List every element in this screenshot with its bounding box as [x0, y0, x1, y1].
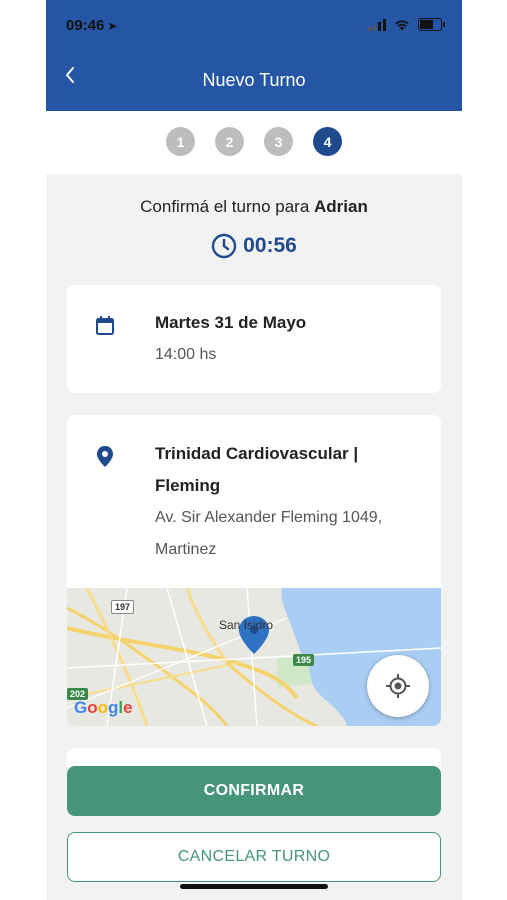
- appointment-time: 14:00 hs: [155, 346, 217, 363]
- step-1: 1: [166, 127, 195, 156]
- wifi-icon: [395, 19, 409, 30]
- calendar-icon: [95, 315, 115, 342]
- map-place-label: San Isidro: [219, 618, 274, 632]
- page-title: Nuevo Turno: [202, 70, 306, 90]
- cancel-appointment-button[interactable]: CANCELAR TURNO: [67, 832, 441, 882]
- date-card: Martes 31 de Mayo 14:00 hs: [67, 285, 441, 393]
- appointment-date: Martes 31 de Mayo: [155, 313, 307, 332]
- google-logo: Google: [74, 698, 133, 717]
- clinic-address-line-2: Martinez: [155, 541, 217, 558]
- patient-name: Adrian: [314, 197, 368, 216]
- clock-icon: [211, 233, 237, 259]
- road-badge-197: 197: [111, 600, 135, 614]
- confirm-button[interactable]: CONFIRMAR: [67, 766, 441, 816]
- clinic-address-line-1: Av. Sir Alexander Fleming 1049,: [155, 509, 383, 526]
- confirm-prefix: Confirmá el turno para: [140, 197, 315, 216]
- clinic-address: Av. Sir Alexander Fleming 1049, Martinez: [155, 502, 425, 566]
- location-pin-icon: [95, 445, 115, 474]
- location-card: Trinidad Cardiovascular | Fleming Av. Si…: [67, 415, 441, 726]
- clock-time: 09:46: [66, 17, 105, 34]
- confirm-heading: Confirmá el turno para Adrian: [46, 197, 462, 217]
- recenter-location-button[interactable]: [367, 655, 429, 717]
- countdown-timer: 00:56: [46, 233, 462, 259]
- status-icons: [368, 18, 445, 31]
- battery-icon: [418, 18, 445, 31]
- status-time: 09:46 ➤: [66, 17, 117, 34]
- clinic-name-line-2: Fleming: [155, 476, 221, 495]
- clinic-name: Trinidad Cardiovascular | Fleming: [155, 438, 395, 502]
- clinic-name-line-1: Trinidad Cardiovascular |: [155, 444, 359, 463]
- map-view[interactable]: 197 195 202 San Isidro Google: [67, 588, 441, 726]
- location-arrow-icon: ➤: [107, 19, 118, 33]
- crosshair-icon: [386, 674, 410, 698]
- stepper: 1 2 3 4: [46, 111, 462, 174]
- step-2: 2: [215, 127, 244, 156]
- home-indicator[interactable]: [180, 884, 328, 889]
- timer-value: 00:56: [243, 234, 297, 257]
- step-4-active: 4: [313, 127, 342, 156]
- signal-icon: [368, 18, 386, 31]
- app-screen: 09:46 ➤ Nuevo Turno 1 2 3 4 Confirmá el …: [46, 0, 462, 900]
- app-header: 09:46 ➤ Nuevo Turno: [46, 0, 462, 111]
- road-badge-195: 195: [293, 654, 315, 666]
- step-3: 3: [264, 127, 293, 156]
